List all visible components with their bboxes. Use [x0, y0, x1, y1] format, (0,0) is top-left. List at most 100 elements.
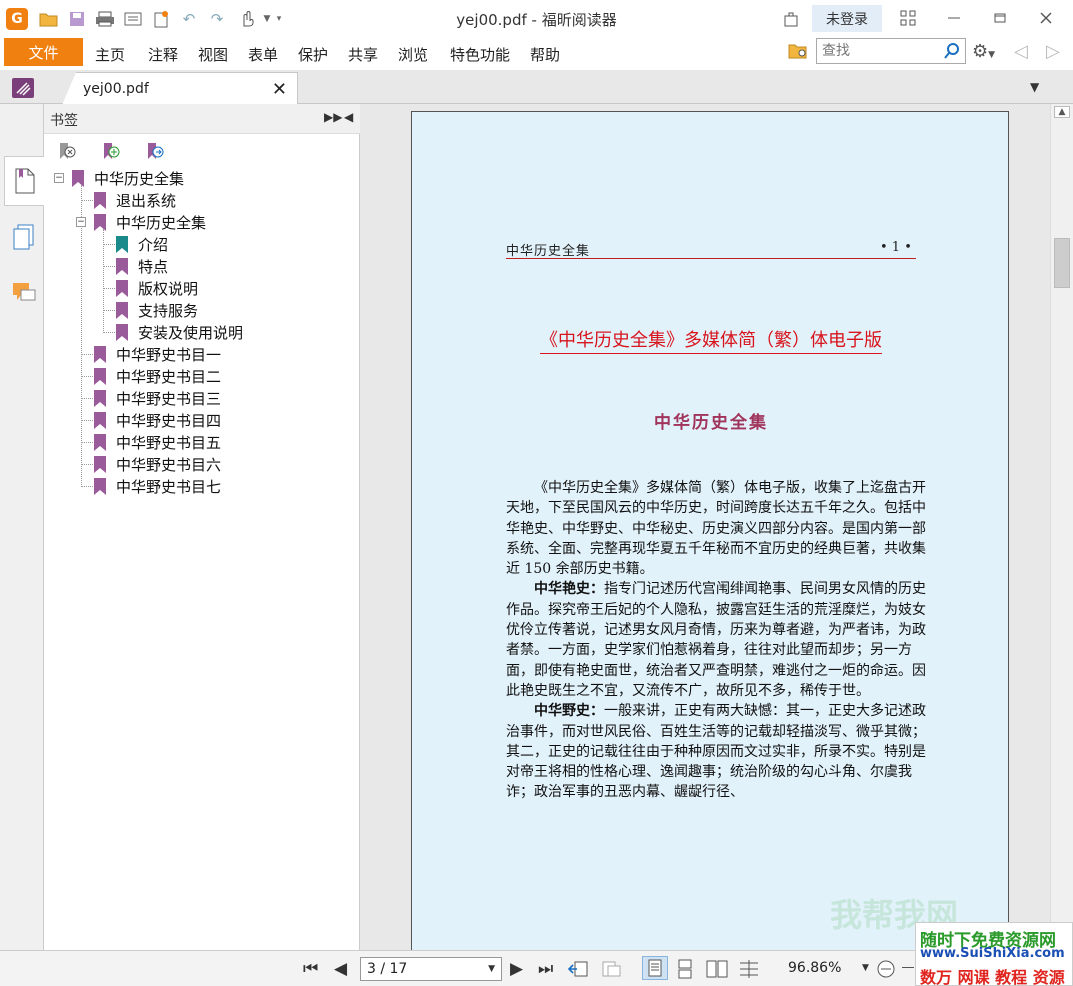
document-subheading: 中华历史全集: [654, 413, 768, 433]
scroll-up-icon[interactable]: ▲: [1054, 106, 1070, 118]
bookmark-icon: [116, 323, 128, 341]
title-bar: G ↶ ↷ ▼ ▾ yej00.pdf - 福昕阅读器 未登录: [0, 0, 1073, 36]
minimize-icon[interactable]: [934, 6, 974, 30]
menu-form[interactable]: 表单: [248, 44, 278, 65]
bookmark-label: 中华野史书目六: [116, 455, 222, 474]
menu-features[interactable]: 特色功能: [450, 44, 510, 65]
paragraph-intro: 《中华历史全集》多媒体简（繁）体电子版，收集了上迄盘古开天地，下至民国风云的中华…: [506, 480, 926, 578]
bookmark-panel-icon[interactable]: [4, 156, 44, 206]
bookmark-catalog-4[interactable]: 中华野史书目四: [94, 409, 221, 431]
previous-page-icon[interactable]: ◀: [334, 959, 347, 979]
search-icon[interactable]: [943, 42, 961, 60]
bookmark-copyright[interactable]: 版权说明: [116, 277, 198, 299]
continuous-view-icon[interactable]: [676, 959, 694, 984]
tab-document[interactable]: yej00.pdf ✕: [62, 72, 298, 105]
first-page-icon[interactable]: ⏮: [303, 959, 318, 979]
bookmark-support[interactable]: 支持服务: [116, 299, 198, 321]
previous-view-icon[interactable]: ◁: [1014, 41, 1028, 62]
zoom-level[interactable]: 96.86%: [788, 960, 841, 976]
bookmark-catalog-3[interactable]: 中华野史书目三: [94, 387, 221, 409]
menu-share[interactable]: 共享: [348, 44, 378, 65]
bookmark-label: 介绍: [138, 235, 169, 254]
page-number-select[interactable]: 3 / 17 ▼: [360, 957, 502, 981]
menu-view[interactable]: 视图: [198, 44, 228, 65]
bookmark-install[interactable]: 安装及使用说明: [116, 321, 243, 343]
collapse-group-toggle[interactable]: −: [76, 217, 86, 227]
menu-protect[interactable]: 保护: [298, 44, 328, 65]
search-input[interactable]: [817, 39, 935, 63]
bookmark-label: 中华历史全集: [116, 213, 207, 232]
file-menu-button[interactable]: 文件: [4, 38, 83, 66]
bookmark-label: 版权说明: [138, 279, 199, 298]
menu-help[interactable]: 帮助: [530, 44, 560, 65]
bookmark-label: 中华野史书目七: [116, 477, 222, 496]
paragraph-text: 指专门记述历代宫闱绯闻艳事、民间男女风情的历史作品。探究帝王后妃的个人隐私，披露…: [506, 581, 926, 699]
bookmark-icon: [94, 389, 106, 407]
previous-view-icon[interactable]: [567, 959, 590, 984]
bookmark-catalog-6[interactable]: 中华野史书目六: [94, 453, 221, 475]
login-button[interactable]: 未登录: [812, 5, 882, 32]
last-page-icon[interactable]: ⏭: [538, 959, 553, 979]
watermark-url: www.SuiShiXia.com: [920, 946, 1065, 961]
bookmark-icon: [94, 455, 106, 473]
bookmark-group[interactable]: 中华历史全集: [94, 211, 206, 233]
bookmark-label: 中华野史书目四: [116, 411, 222, 430]
bookmark-features[interactable]: 特点: [116, 255, 168, 277]
collapse-panel-icon[interactable]: ◀: [344, 110, 353, 124]
zoom-out-icon[interactable]: [876, 959, 896, 984]
menu-bar: 文件 主页 注释 视图 表单 保护 共享 浏览 特色功能 帮助 ⚙▼ ◁ ▷: [0, 36, 1073, 70]
menu-comment[interactable]: 注释: [148, 44, 178, 65]
next-view-icon[interactable]: [600, 959, 622, 984]
paragraph-yanshi: 中华艳史：指专门记述历代宫闱绯闻艳事、民间男女风情的历史作品。探究帝王后妃的个人…: [506, 579, 938, 701]
bookmark-icon: [94, 367, 106, 385]
collapse-root-toggle[interactable]: −: [54, 173, 64, 183]
status-bar: ⏮ ◀ 3 / 17 ▼ ▶ ⏭ 96.86% ▼: [0, 950, 1073, 986]
folder-search-icon[interactable]: [788, 41, 810, 63]
restore-icon[interactable]: [980, 6, 1020, 30]
gear-icon[interactable]: ⚙▼: [972, 41, 995, 62]
add-bookmark-icon[interactable]: [100, 140, 122, 162]
bookmark-catalog-7[interactable]: 中华野史书目七: [94, 475, 221, 497]
bookmark-icon: [116, 279, 128, 297]
expand-panel-icon[interactable]: ▶▶: [324, 110, 342, 124]
watermark-badge: 随时下免费资源网 www.SuiShiXia.com 数万 网课 教程 资源: [915, 922, 1073, 986]
menu-home[interactable]: 主页: [95, 44, 125, 65]
zoom-slider[interactable]: [902, 967, 914, 968]
single-page-view-icon[interactable]: [642, 956, 668, 980]
continuous-facing-view-icon[interactable]: [738, 959, 760, 984]
page-thumbnails-icon[interactable]: [4, 212, 44, 262]
close-window-icon[interactable]: [1026, 6, 1066, 30]
zoom-dropdown-icon[interactable]: ▼: [862, 963, 869, 973]
bookmark-panel: 书签 ▶▶ ◀ − − 中华历史全集 退出系统 中华历史全集 介绍 特点 版权说…: [44, 104, 360, 950]
bookmark-icon: [94, 191, 106, 209]
close-tab-icon[interactable]: ✕: [272, 79, 287, 100]
search-field[interactable]: [816, 38, 966, 64]
menu-browse[interactable]: 浏览: [398, 44, 428, 65]
foxit-start-icon[interactable]: [12, 78, 34, 98]
share-icon[interactable]: [780, 8, 802, 30]
next-view-icon[interactable]: ▷: [1046, 41, 1060, 62]
comments-panel-icon[interactable]: [4, 268, 44, 318]
tab-list-dropdown-icon[interactable]: ▼: [1030, 80, 1039, 94]
next-page-icon[interactable]: ▶: [510, 959, 523, 979]
paragraph-lead: 中华野史：: [534, 703, 604, 720]
bookmark-exit[interactable]: 退出系统: [94, 189, 176, 211]
fullscreen-icon[interactable]: [888, 6, 928, 30]
bookmark-catalog-2[interactable]: 中华野史书目二: [94, 365, 221, 387]
bookmark-label: 支持服务: [138, 301, 199, 320]
bookmark-panel-title: 书签: [50, 113, 78, 129]
navigation-strip: [0, 104, 44, 950]
delete-bookmark-icon[interactable]: [56, 140, 78, 162]
bookmark-icon: [116, 301, 128, 319]
bookmark-catalog-1[interactable]: 中华野史书目一: [94, 343, 221, 365]
bookmark-intro[interactable]: 介绍: [116, 233, 168, 255]
find-bookmark-icon[interactable]: [144, 140, 166, 162]
facing-view-icon[interactable]: [706, 959, 728, 984]
bookmark-catalog-5[interactable]: 中华野史书目五: [94, 431, 221, 453]
scroll-thumb[interactable]: [1054, 238, 1070, 288]
bookmark-icon: [116, 257, 128, 275]
vertical-scrollbar[interactable]: ▲: [1050, 104, 1073, 950]
bookmark-root[interactable]: 中华历史全集: [72, 167, 184, 189]
bookmark-label: 中华野史书目三: [116, 389, 222, 408]
document-view[interactable]: 中华历史全集 • 1 • 《中华历史全集》多媒体简（繁）体电子版 中华历史全集 …: [360, 104, 1050, 950]
